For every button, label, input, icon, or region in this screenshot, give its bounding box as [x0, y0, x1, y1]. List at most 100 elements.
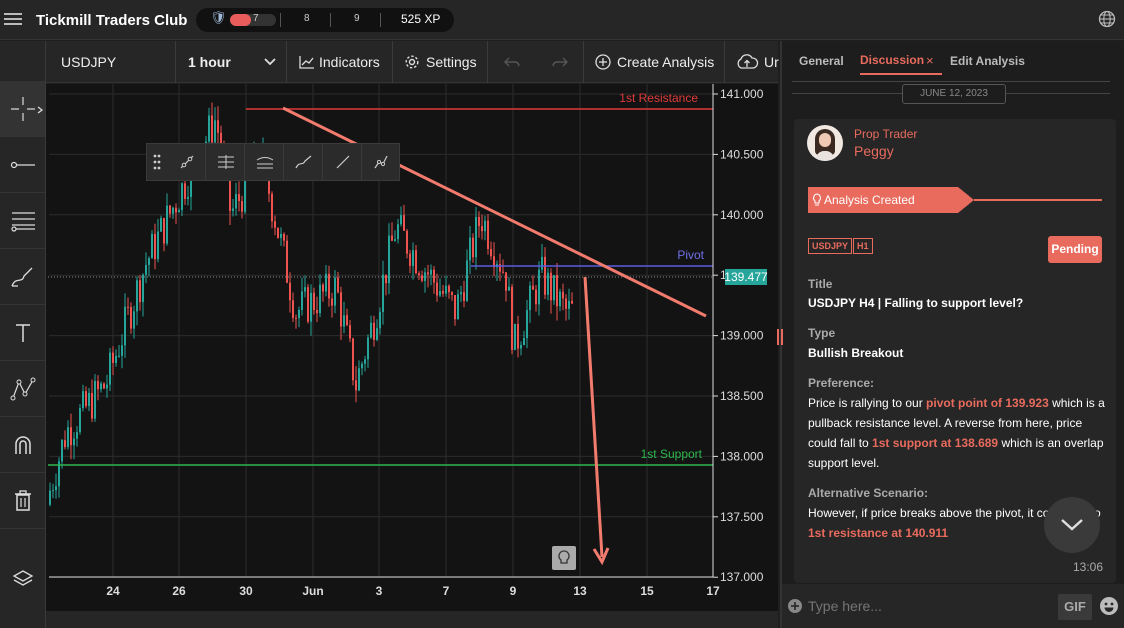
- draw-channel-button[interactable]: [245, 144, 284, 180]
- candle-body: [70, 427, 72, 446]
- candle-body: [427, 272, 429, 275]
- divider: [380, 13, 381, 27]
- candle-body: [457, 294, 459, 320]
- plus-circle-icon: [595, 54, 611, 70]
- candle-body: [280, 233, 282, 238]
- history-controls: [488, 41, 584, 83]
- price-tag-label: 139.477: [724, 270, 768, 284]
- candle-body: [172, 207, 174, 214]
- path-icon: [374, 155, 388, 169]
- candle-body: [406, 230, 408, 254]
- redo-icon[interactable]: [552, 56, 568, 68]
- crosshair-tool[interactable]: [0, 81, 45, 137]
- close-tab-icon[interactable]: ×: [926, 53, 934, 68]
- candle-body: [145, 264, 147, 275]
- indicators-button[interactable]: Indicators: [287, 41, 393, 83]
- drawing-tools-sidebar: [0, 41, 46, 628]
- idea-button[interactable]: [552, 546, 576, 570]
- candle-body: [208, 115, 210, 142]
- candle-body: [367, 337, 369, 360]
- draw-brush-button[interactable]: [284, 144, 323, 180]
- xp-progress-bar[interactable]: 🛡 7 8 9 525 XP: [196, 8, 454, 32]
- settings-button[interactable]: Settings: [393, 41, 488, 83]
- message-composer: GIF: [782, 584, 1124, 628]
- candle-body: [565, 298, 567, 309]
- trash-icon: [14, 489, 31, 511]
- x-tick-label: 30: [239, 584, 253, 598]
- candle-body: [124, 306, 126, 346]
- undo-icon[interactable]: [504, 56, 520, 68]
- interval-select[interactable]: 1 hour: [176, 41, 287, 83]
- tab-general[interactable]: General: [799, 54, 844, 68]
- candle-body: [73, 438, 75, 446]
- pattern-tool[interactable]: [0, 361, 45, 417]
- candle-body: [529, 285, 531, 311]
- candle-body: [100, 383, 102, 390]
- panel-resize-handle[interactable]: [775, 329, 785, 345]
- tab-discussion[interactable]: Discussion: [860, 53, 924, 67]
- candle-body: [511, 286, 513, 350]
- globe-icon[interactable]: [1098, 10, 1116, 28]
- x-tick-label: 13: [573, 584, 587, 598]
- scroll-down-button[interactable]: [1044, 497, 1100, 553]
- projection-arrow[interactable]: [583, 276, 604, 558]
- candle-body: [292, 300, 294, 318]
- type-value: Bullish Breakout: [808, 346, 904, 360]
- author-name[interactable]: Peggy: [854, 143, 894, 159]
- preference-text-part: Price is rallying to our: [808, 396, 927, 410]
- delete-tool[interactable]: [0, 473, 45, 529]
- menu-icon[interactable]: [4, 10, 22, 30]
- tab-edit-analysis[interactable]: Edit Analysis: [950, 54, 1025, 68]
- candle-body: [568, 300, 570, 309]
- xp-points: 525 XP: [401, 12, 441, 26]
- text-tool[interactable]: [0, 305, 45, 361]
- candle-body: [103, 383, 105, 389]
- candle-body: [106, 384, 108, 389]
- upload-button[interactable]: Ur: [725, 41, 779, 83]
- chevron-down-icon: [1061, 519, 1083, 531]
- candle-body: [418, 273, 420, 276]
- trend-line[interactable]: [282, 106, 707, 318]
- candle-body: [412, 250, 414, 266]
- emoji-icon[interactable]: [1099, 596, 1119, 616]
- price-chart[interactable]: 1st Resistance Pivot 1st Support 141.000…: [46, 84, 778, 611]
- trend-line-tool[interactable]: [0, 137, 45, 193]
- draw-ray-button[interactable]: [167, 144, 206, 180]
- candle-body: [460, 292, 462, 295]
- magnet-tool[interactable]: [0, 417, 45, 473]
- candle-body: [376, 328, 378, 340]
- draw-path-button[interactable]: [362, 144, 400, 180]
- candle-body: [325, 273, 327, 292]
- alternative-text-part: However, if price breaks above the pivot…: [808, 506, 1050, 520]
- cloud-upload-icon: [737, 54, 759, 69]
- layers-tool[interactable]: [0, 551, 45, 607]
- symbol-selector[interactable]: USDJPY: [46, 41, 176, 83]
- candle-body: [484, 220, 486, 232]
- crosshair-icon: [10, 96, 35, 121]
- y-tick-label: 139.000: [720, 329, 764, 343]
- candle-body: [520, 344, 522, 349]
- pivot-highlight: pivot point of 139.923: [926, 396, 1049, 410]
- draw-segment-button[interactable]: [323, 144, 362, 180]
- create-analysis-button[interactable]: Create Analysis: [584, 41, 725, 83]
- fib-tool[interactable]: [0, 193, 45, 249]
- settings-label: Settings: [426, 54, 477, 70]
- draw-lines-button[interactable]: [206, 144, 245, 180]
- drag-handle-icon[interactable]: [153, 154, 161, 170]
- candle-body: [397, 224, 399, 240]
- add-attachment-icon[interactable]: [787, 598, 803, 614]
- brush-tool[interactable]: [0, 249, 45, 305]
- candle-body: [346, 315, 348, 326]
- channel-icon: [256, 157, 274, 169]
- y-tick-label: 140.500: [720, 147, 764, 161]
- x-tick-label: 15: [640, 584, 654, 598]
- candle-body: [514, 323, 516, 350]
- gif-button[interactable]: GIF: [1058, 594, 1092, 620]
- candle-body: [439, 291, 441, 296]
- candle-body: [52, 490, 54, 492]
- y-tick-label: 137.000: [720, 570, 764, 584]
- candle-body: [421, 275, 423, 281]
- message-input[interactable]: [806, 592, 1056, 620]
- candle-body: [55, 486, 57, 491]
- chevron-right-icon[interactable]: [37, 106, 43, 114]
